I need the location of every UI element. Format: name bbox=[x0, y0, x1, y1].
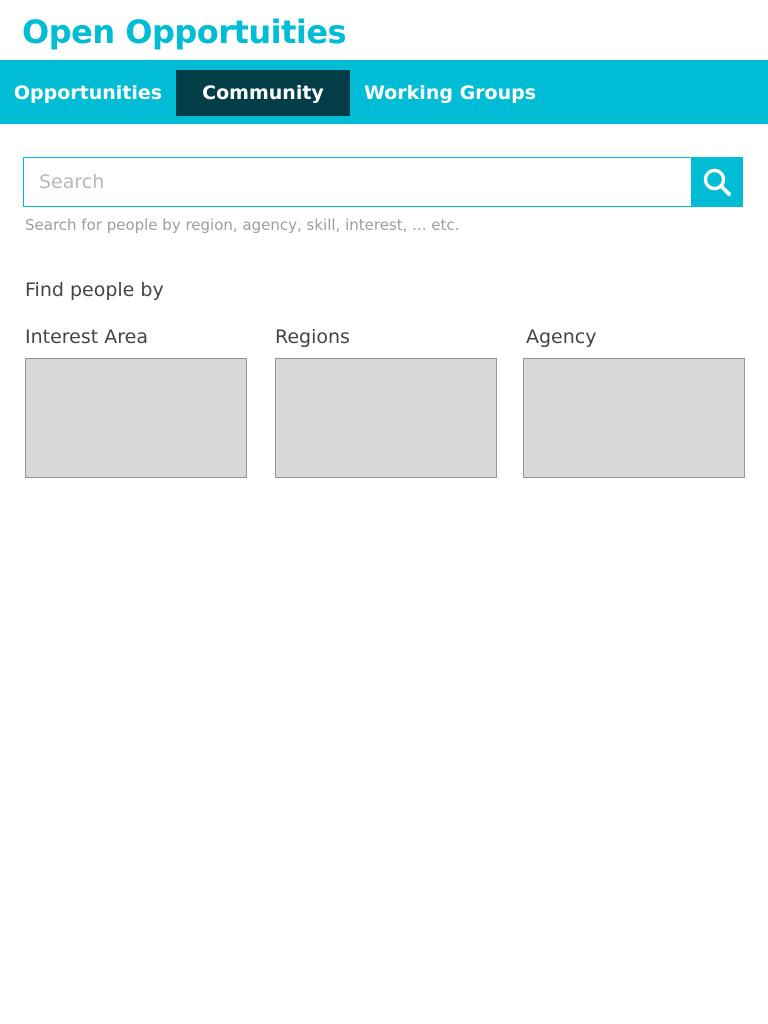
category-label-agency: Agency bbox=[526, 326, 597, 348]
category-label-interest-area: Interest Area bbox=[25, 326, 148, 348]
category-card-regions[interactable] bbox=[275, 358, 497, 478]
main-nav: Opportunities Community Working Groups bbox=[0, 60, 768, 124]
category-card-agency[interactable] bbox=[523, 358, 745, 478]
search-icon bbox=[703, 168, 731, 196]
site-title: Open Opportuities bbox=[22, 13, 347, 51]
tab-community[interactable]: Community bbox=[176, 70, 350, 116]
search-help-text: Search for people by region, agency, ski… bbox=[25, 216, 460, 234]
search-input[interactable] bbox=[23, 157, 691, 207]
find-people-heading: Find people by bbox=[25, 279, 164, 301]
tab-working-groups[interactable]: Working Groups bbox=[350, 70, 550, 116]
category-label-regions: Regions bbox=[275, 326, 350, 348]
category-card-interest-area[interactable] bbox=[25, 358, 247, 478]
tab-opportunities[interactable]: Opportunities bbox=[0, 70, 176, 116]
search-button[interactable] bbox=[691, 157, 743, 207]
